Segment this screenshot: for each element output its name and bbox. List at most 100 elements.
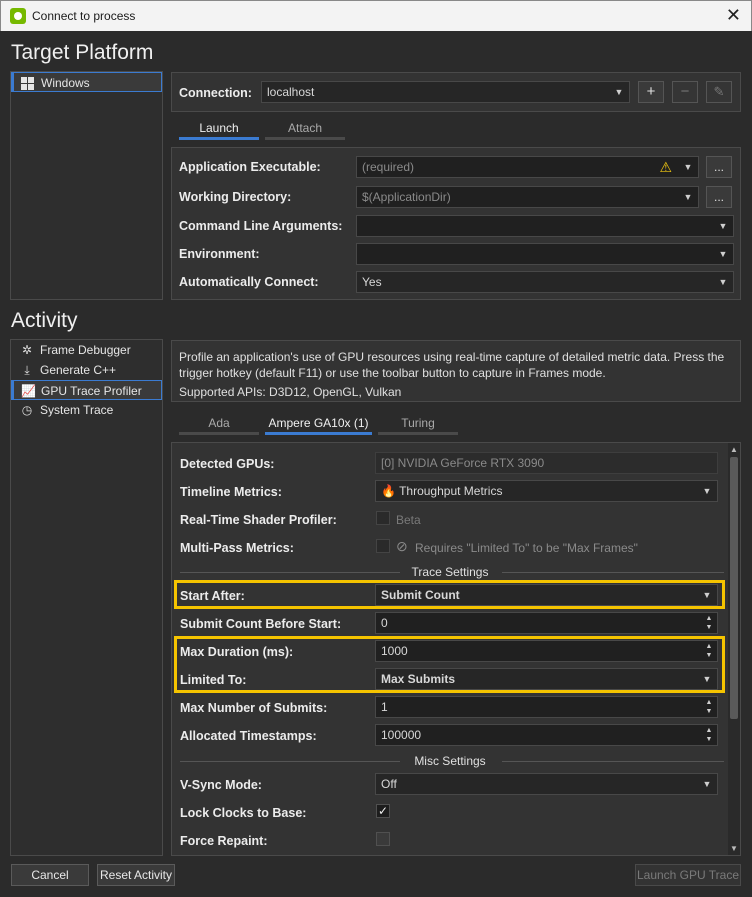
shader-profiler-checkbox[interactable] — [376, 511, 390, 525]
env-input[interactable]: ▼ — [356, 243, 734, 265]
max-submits-input[interactable]: 1 ▲ ▼ — [375, 696, 718, 718]
app-icon — [10, 8, 26, 24]
detected-gpus-value: [0] NVIDIA GeForce RTX 3090 — [381, 456, 545, 470]
autoconnect-select[interactable]: Yes ▼ — [356, 271, 734, 293]
platform-item-windows[interactable]: Windows — [11, 72, 162, 92]
vsync-select[interactable]: Off ▼ — [375, 773, 718, 795]
connection-select[interactable]: localhost ▼ — [261, 81, 630, 103]
multipass-label: Multi-Pass Metrics: — [180, 541, 294, 555]
separator-line — [502, 572, 724, 573]
launch-gpu-trace-button[interactable]: Launch GPU Trace — [635, 864, 741, 886]
tab-ada[interactable]: Ada — [179, 415, 259, 435]
shader-profiler-label: Real-Time Shader Profiler: — [180, 513, 337, 527]
args-label: Command Line Arguments: — [179, 219, 343, 233]
activity-list: ✲ Frame Debugger ⤓ Generate C++ Capture … — [10, 339, 163, 856]
shader-profiler-note: Beta — [396, 513, 421, 527]
browse-workdir-button[interactable]: ... — [706, 186, 732, 208]
max-submits-label: Max Number of Submits: — [180, 701, 328, 715]
timeline-metrics-select[interactable]: 🔥 Throughput Metrics ▼ — [375, 480, 718, 502]
submit-before-value: 0 — [381, 616, 388, 630]
exe-placeholder: (required) — [362, 160, 415, 174]
browse-exe-button[interactable]: ... — [706, 156, 732, 178]
tab-ampere[interactable]: Ampere GA10x (1) — [265, 415, 372, 435]
bug-icon: ✲ — [21, 343, 33, 357]
separator-line — [180, 761, 400, 762]
highlight-start-after — [174, 580, 725, 609]
submit-before-input[interactable]: 0 ▲ ▼ — [375, 612, 718, 634]
connection-panel: Connection: localhost ▼ + − ✎ — [171, 72, 741, 112]
max-submits-value: 1 — [381, 700, 388, 714]
force-repaint-checkbox[interactable] — [376, 832, 390, 846]
checkmark-icon: ✓ — [377, 804, 389, 818]
activity-item-label: GPU Trace Profiler — [41, 384, 142, 398]
workdir-input[interactable]: $(ApplicationDir) ▼ — [356, 186, 699, 208]
tab-attach[interactable]: Attach — [265, 120, 345, 140]
timestamps-input[interactable]: 100000 ▲ ▼ — [375, 724, 718, 746]
activity-item-gpu-trace[interactable]: 📈 GPU Trace Profiler — [11, 380, 162, 400]
warning-icon: ⚠ — [659, 159, 672, 175]
workdir-label: Working Directory: — [179, 190, 292, 204]
tab-launch[interactable]: Launch — [179, 120, 259, 140]
tab-attach-label: Attach — [287, 121, 323, 135]
scroll-up-icon[interactable]: ▲ — [730, 445, 738, 454]
connection-label: Connection: — [179, 86, 252, 100]
activity-title: Activity — [11, 309, 78, 332]
edit-connection-button[interactable]: ✎ — [706, 81, 732, 103]
activity-item-system-trace[interactable]: ◷ System Trace — [11, 400, 162, 420]
activity-item-generate-cpp[interactable]: ⤓ Generate C++ Capture — [11, 360, 162, 397]
highlight-duration-limited — [174, 636, 725, 693]
tab-turing-label: Turing — [401, 416, 435, 430]
chevron-down-icon: ▼ — [702, 779, 712, 789]
settings-scrollbar[interactable]: ▲ ▼ — [728, 443, 740, 855]
window-title: Connect to process — [32, 9, 136, 23]
chevron-down-icon: ▼ — [718, 277, 728, 287]
autoconnect-label: Automatically Connect: — [179, 275, 319, 289]
platform-item-label: Windows — [41, 76, 90, 90]
clock-icon: ◷ — [21, 403, 33, 417]
connection-value: localhost — [267, 85, 315, 99]
supported-apis: Supported APIs: D3D12, OpenGL, Vulkan — [179, 385, 402, 399]
activity-item-label: Frame Debugger — [40, 343, 131, 357]
chevron-down-icon: ▼ — [718, 249, 728, 259]
spinner-icon[interactable]: ▲ ▼ — [703, 614, 715, 632]
multipass-checkbox[interactable] — [376, 539, 390, 553]
chevron-down-icon: ▼ — [683, 192, 693, 202]
lock-clocks-label: Lock Clocks to Base: — [180, 806, 307, 820]
autoconnect-value: Yes — [362, 275, 382, 289]
args-input[interactable]: ▼ — [356, 215, 734, 237]
spinner-icon[interactable]: ▲ ▼ — [703, 698, 715, 716]
description-panel: Profile an application's use of GPU reso… — [171, 340, 741, 402]
exe-label: Application Executable: — [179, 160, 321, 174]
launch-panel: Application Executable: (required) ⚠ ▼ .… — [171, 147, 741, 300]
lock-clocks-checkbox[interactable]: ✓ — [376, 804, 390, 818]
add-connection-button[interactable]: + — [638, 81, 664, 103]
flame-icon: 🔥 — [381, 484, 396, 498]
chevron-down-icon: ▼ — [702, 486, 712, 496]
chevron-down-icon: ▼ — [614, 87, 624, 97]
reset-activity-button[interactable]: Reset Activity — [97, 864, 175, 886]
multipass-note: Requires "Limited To" to be "Max Frames" — [415, 541, 638, 555]
tab-launch-label: Launch — [199, 121, 239, 135]
env-label: Environment: — [179, 247, 260, 261]
separator-line — [180, 572, 400, 573]
tab-ampere-label: Ampere GA10x (1) — [268, 416, 369, 430]
chart-icon: 📈 — [21, 384, 36, 398]
spinner-icon[interactable]: ▲ ▼ — [703, 726, 715, 744]
no-entry-icon: ⊘ — [396, 538, 408, 554]
description-line-1: Profile an application's use of GPU reso… — [179, 350, 725, 364]
windows-icon — [21, 76, 35, 90]
cancel-button[interactable]: Cancel — [11, 864, 89, 886]
force-repaint-label: Force Repaint: — [180, 834, 268, 848]
misc-settings-header: Misc Settings — [414, 754, 486, 768]
scrollbar-thumb[interactable] — [730, 457, 738, 719]
title-bar: Connect to process ✕ — [0, 0, 752, 31]
tab-turing[interactable]: Turing — [378, 415, 458, 435]
remove-connection-button[interactable]: − — [672, 81, 698, 103]
target-platform-title: Target Platform — [11, 41, 154, 64]
close-icon[interactable]: ✕ — [726, 5, 741, 26]
exe-input[interactable]: (required) ⚠ ▼ — [356, 156, 699, 178]
separator-line — [502, 761, 724, 762]
activity-item-frame-debugger[interactable]: ✲ Frame Debugger — [11, 340, 162, 360]
vsync-label: V-Sync Mode: — [180, 778, 262, 792]
scroll-down-icon[interactable]: ▼ — [730, 844, 738, 853]
